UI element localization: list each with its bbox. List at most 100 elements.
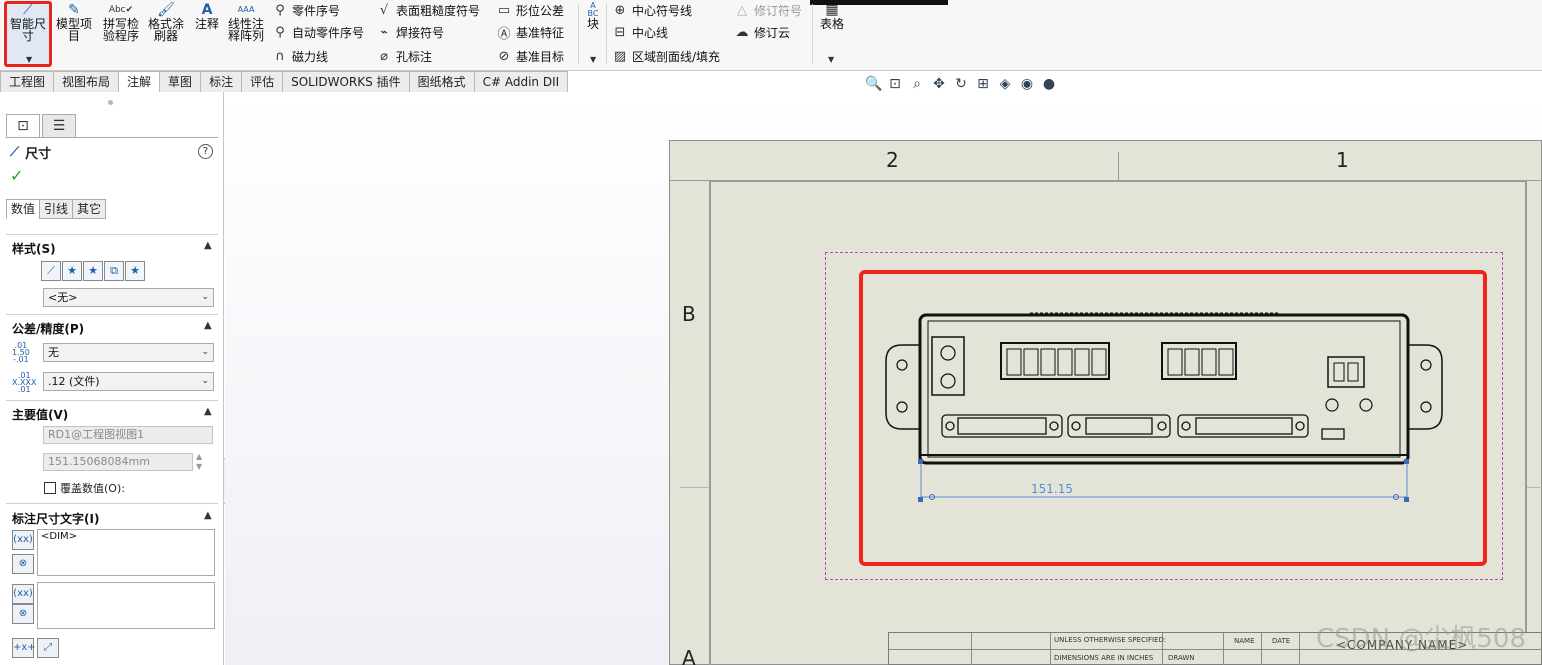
primary-value-field[interactable]: 151.15068084mm (43, 453, 193, 471)
zone-label-a: A (682, 646, 696, 665)
override-value-checkbox[interactable] (44, 482, 56, 494)
hole-callout-button[interactable]: ⌀ 孔标注 (376, 46, 432, 66)
delete-style-icon[interactable]: ★ (83, 261, 103, 281)
subtab-leaders[interactable]: 引线 (39, 199, 74, 219)
datum-feature-button[interactable]: Ⓐ 基准特征 (496, 22, 564, 42)
chevron-up-icon[interactable]: ▲ (204, 510, 212, 521)
tab-solidworks-addins[interactable]: SOLIDWORKS 插件 (282, 71, 410, 92)
revision-cloud-button[interactable]: ☁ 修订云 (734, 22, 791, 42)
zoom-previous-icon[interactable]: ⌕ (909, 76, 925, 92)
appearance-icon[interactable]: ● (1041, 76, 1057, 92)
primary-value-section-title[interactable]: 主要值(V) (12, 406, 68, 423)
hole-callout-icon: ⌀ (380, 48, 388, 64)
chevron-up-icon[interactable]: ▲ (204, 240, 212, 251)
dimension-text-below-field[interactable] (37, 582, 215, 629)
auto-balloon-button[interactable]: ⚲ 自动零件序号 (272, 22, 364, 42)
title-block-unless: UNLESS OTHERWISE SPECIFIED: (1054, 636, 1167, 644)
block-dropdown-caret[interactable]: ▼ (590, 55, 596, 64)
subtab-value[interactable]: 数值 (6, 199, 41, 219)
surface-finish-button[interactable]: √ 表面粗糙度符号 (376, 0, 480, 20)
centerline-icon: ⊟ (614, 24, 626, 40)
auto-balloon-icon: ⚲ (275, 24, 285, 40)
command-manager-ribbon: ⟋ 智能尺 寸 ▼ ✎ 模型项 目 Abc✔ 拼写检 验程序 🖌 格式涂 刷器 … (0, 0, 1542, 71)
tab-markup[interactable]: 标注 (200, 71, 243, 92)
rotate-icon[interactable]: ↻ (953, 76, 969, 92)
precision-select[interactable]: .12 (文件) ⌄ (43, 372, 214, 391)
property-manager-tab-icon[interactable]: ⊡ (6, 114, 40, 138)
zoom-to-fit-icon[interactable]: 🔍 (865, 76, 882, 92)
tab-csharp-addin[interactable]: C# Addin DII (473, 71, 569, 92)
panel-handle[interactable] (108, 100, 113, 105)
surface-finish-icon: √ (379, 2, 389, 18)
model-items-button[interactable]: ✎ 模型项 目 (54, 2, 94, 42)
zoom-to-area-icon[interactable]: ⊡ (887, 76, 903, 92)
format-painter-button[interactable]: 🖌 格式涂 刷器 (145, 2, 187, 42)
spin-down-icon[interactable]: ▼ (196, 463, 202, 471)
save-style-icon[interactable]: ⧉ (104, 261, 124, 281)
load-style-icon[interactable]: ★ (125, 261, 145, 281)
centerline-button[interactable]: ⊟ 中心线 (612, 22, 668, 42)
note-button[interactable]: A 注释 (192, 2, 222, 30)
inspection-dimension-below-icon[interactable]: ⊗ (12, 604, 34, 624)
smart-dimension-icon: ⟋ (10, 145, 20, 160)
block-icon: A BC (587, 1, 599, 18)
block-button[interactable]: A BC 块 (582, 1, 604, 31)
style-section-title[interactable]: 样式(S) (12, 240, 56, 257)
tab-sheet-format[interactable]: 图纸格式 (408, 71, 475, 92)
section-divider (6, 234, 218, 235)
datum-target-icon: ⊘ (498, 48, 510, 64)
chevron-down-icon: ⌄ (201, 292, 209, 302)
add-parentheses-below-icon[interactable]: (xx) (12, 584, 34, 604)
override-value-row[interactable]: 覆盖数值(O): (44, 480, 125, 496)
spin-up-icon[interactable]: ▲ (196, 453, 202, 461)
display-style-icon[interactable]: ⊞ (975, 76, 991, 92)
datum-target-button[interactable]: ⊘ 基准目标 (496, 46, 564, 66)
ribbon-separator (812, 4, 813, 64)
gtol-icon: ▭ (497, 2, 511, 18)
spell-check-button[interactable]: Abc✔ 拼写检 验程序 (100, 2, 142, 42)
center-mark-button[interactable]: ⊕ 中心符号线 (612, 0, 692, 20)
linear-note-pattern-button[interactable]: AAA 线性注 释阵列 (226, 2, 266, 42)
weld-symbol-button[interactable]: ⌁ 焊接符号 (376, 22, 444, 42)
config-manager-tab-icon[interactable]: ☰ (42, 114, 76, 138)
balloon-button[interactable]: ⚲ 零件序号 (272, 0, 340, 20)
magnetic-line-button[interactable]: ∩ 磁力线 (272, 46, 328, 66)
tab-drawing[interactable]: 工程图 (0, 71, 55, 92)
tab-sketch[interactable]: 草图 (159, 71, 202, 92)
angle-text-icon[interactable]: ⤢ (37, 638, 59, 658)
justify-center-icon[interactable]: +x+ (12, 638, 36, 658)
smart-dimension-dropdown-caret[interactable]: ▼ (26, 55, 32, 64)
style-select[interactable]: <无> ⌄ (43, 288, 214, 307)
table-dropdown-caret[interactable]: ▼ (828, 55, 834, 64)
dimension-text-above-field[interactable]: <DIM> (37, 529, 215, 576)
command-manager-tabs: 工程图 视图布局 注解 草图 标注 评估 SOLIDWORKS 插件 图纸格式 … (0, 71, 570, 92)
tab-annotation[interactable]: 注解 (118, 71, 161, 92)
tab-evaluate[interactable]: 评估 (241, 71, 284, 92)
tolerance-section-title[interactable]: 公差/精度(P) (12, 320, 84, 337)
gtol-button[interactable]: ▭ 形位公差 (496, 0, 564, 20)
smart-dimension-button[interactable]: ⟋ 智能尺 寸 (8, 2, 48, 42)
view-setting-icon[interactable]: ◉ (1019, 76, 1035, 92)
primary-dimension-name-field[interactable]: RD1@工程图视图1 (43, 426, 213, 444)
tab-view-layout[interactable]: 视图布局 (53, 71, 120, 92)
title-block-name: NAME (1234, 637, 1255, 645)
balloon-icon: ⚲ (275, 2, 285, 18)
ok-check-button[interactable]: ✓ (10, 166, 23, 185)
zone-label-1: 1 (1336, 148, 1349, 172)
chevron-up-icon[interactable]: ▲ (204, 406, 212, 417)
chevron-up-icon[interactable]: ▲ (204, 320, 212, 331)
revision-symbol-button[interactable]: △ 修订符号 (734, 0, 802, 20)
inspection-dimension-icon[interactable]: ⊗ (12, 554, 34, 574)
zone-label-2: 2 (886, 148, 899, 172)
add-style-icon[interactable]: ★ (62, 261, 82, 281)
help-icon[interactable]: ? (198, 144, 213, 159)
hide-show-icon[interactable]: ◈ (997, 76, 1013, 92)
table-button[interactable]: ▦ 表格 (818, 2, 846, 30)
pan-icon[interactable]: ✥ (931, 76, 947, 92)
subtab-other[interactable]: 其它 (72, 199, 107, 219)
area-hatch-button[interactable]: ▨ 区域剖面线/填充 (612, 46, 720, 66)
dimension-text-section-title[interactable]: 标注尺寸文字(I) (12, 510, 99, 527)
tolerance-type-select[interactable]: 无 ⌄ (43, 343, 214, 362)
apply-style-icon[interactable]: ⟋ (41, 261, 61, 281)
add-parentheses-icon[interactable]: (xx) (12, 530, 34, 550)
